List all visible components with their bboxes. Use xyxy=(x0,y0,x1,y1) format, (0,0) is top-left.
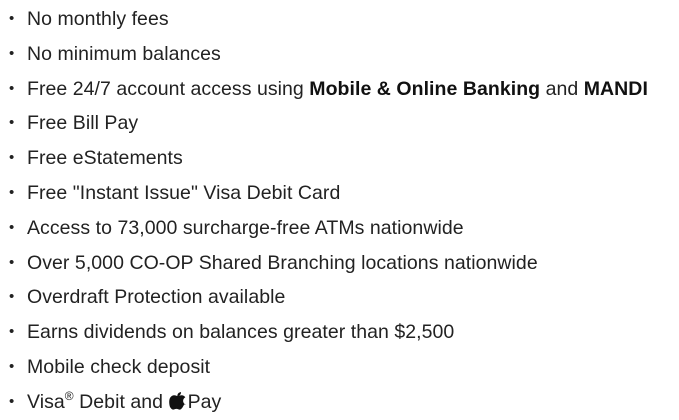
bullet: • xyxy=(9,114,15,132)
bullet: • xyxy=(9,357,15,375)
list-item: • Visa® Debit and Pay xyxy=(0,385,679,420)
bullet: • xyxy=(9,253,15,271)
mobile-online-banking-text: Mobile & Online Banking xyxy=(309,77,541,100)
list-item-text: Earns dividends on balances greater than… xyxy=(27,321,455,344)
list-item: • No minimum balances xyxy=(0,37,679,72)
bullet: • xyxy=(9,10,15,27)
bullet: • xyxy=(9,323,15,341)
list-item: • No monthly fees xyxy=(0,2,679,37)
list-item-text: and xyxy=(540,77,584,100)
mandi-text: MANDI xyxy=(583,77,648,100)
bullet: • xyxy=(9,392,15,410)
list-item: • Access to 73,000 surcharge-free ATMs n… xyxy=(0,211,679,246)
list-item-text: Visa xyxy=(27,390,65,413)
list-item: • Free "Instant Issue" Visa Debit Card xyxy=(0,176,679,211)
list-item-text: No minimum balances xyxy=(27,42,221,65)
list-item-text: Access to 73,000 surcharge-free ATMs nat… xyxy=(27,216,464,239)
list-item-text: Free Bill Pay xyxy=(27,112,139,135)
bullet: • xyxy=(9,44,15,62)
list-item-text: Over 5,000 CO-OP Shared Branching locati… xyxy=(27,251,538,274)
bullet: • xyxy=(9,218,15,236)
apple-icon xyxy=(168,391,186,410)
list-item-text: Overdraft Protection available xyxy=(27,286,286,309)
list-item: • Free 24/7 account access using Mobile … xyxy=(0,72,679,107)
list-item-text: Free 24/7 account access using xyxy=(27,77,310,100)
list-item-text: Mobile check deposit xyxy=(27,355,211,378)
pay-text: Pay xyxy=(187,390,222,413)
bullet: • xyxy=(9,288,15,306)
list-item-text: Free eStatements xyxy=(27,147,183,170)
list-item: • Free Bill Pay xyxy=(0,106,679,141)
list-item: • Mobile check deposit xyxy=(0,350,679,385)
feature-list: • No monthly fees • No minimum balances … xyxy=(0,2,679,420)
bullet: • xyxy=(9,79,15,97)
list-item-text: Debit and xyxy=(73,390,169,413)
bullet: • xyxy=(9,183,15,201)
list-item-text: Free "Instant Issue" Visa Debit Card xyxy=(27,181,341,204)
list-item: • Free eStatements xyxy=(0,141,679,176)
list-item: • Earns dividends on balances greater th… xyxy=(0,315,679,350)
list-item: • Over 5,000 CO-OP Shared Branching loca… xyxy=(0,246,679,281)
bullet: • xyxy=(9,149,15,167)
list-item: • Overdraft Protection available xyxy=(0,280,679,315)
registered-mark: ® xyxy=(64,388,74,403)
list-item-text: No monthly fees xyxy=(27,8,169,30)
